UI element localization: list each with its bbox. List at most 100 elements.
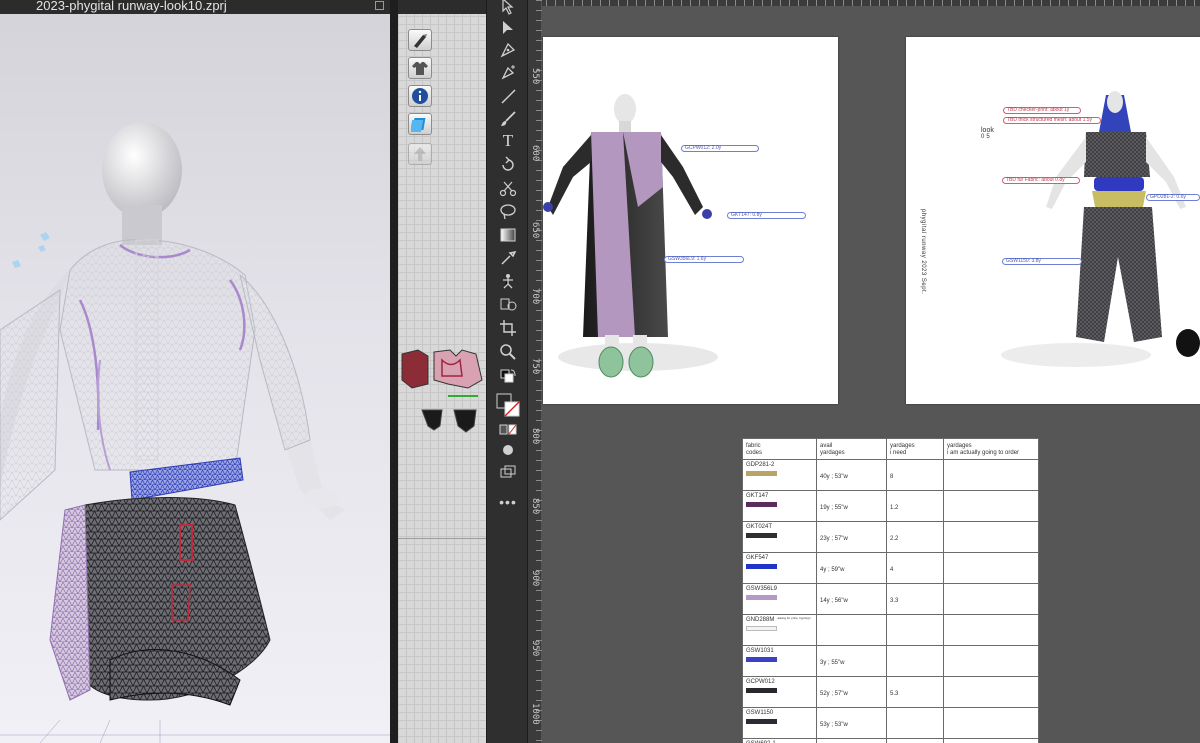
panel-divider[interactable]: [390, 0, 398, 743]
avail-yardage-cell: 52y ; 57"w: [816, 676, 887, 708]
fabric-code: GSW1150: [746, 710, 774, 716]
artboard-look-1[interactable]: GCPW012: 2.0y GKT147: 0.8y GSW356L9: 1.6…: [543, 37, 838, 404]
fabric-code: GSW1031: [746, 648, 774, 654]
fabric-swatch: [746, 595, 777, 600]
selection-arrow-icon[interactable]: [496, 18, 520, 38]
avail-yardage-value: 23y ; 57"w: [820, 536, 848, 542]
need-yardage-cell: 2.2: [886, 521, 944, 553]
avail-yardage-cell: 23y ; 57"w: [816, 521, 887, 553]
fabric-code: GKT024T: [746, 524, 773, 530]
color-swatches[interactable]: [496, 391, 520, 419]
screen-mode-icon[interactable]: [496, 440, 520, 460]
avail-yardage-value: 4y ; 59"w: [820, 567, 845, 573]
more-tools-icon[interactable]: •••: [496, 492, 520, 512]
crop-tool-icon[interactable]: [496, 318, 520, 338]
fabric-swatch: [746, 657, 777, 662]
callout-checker-print[interactable]: TBD checker-print: about 1y: [1003, 107, 1081, 114]
3d-viewport[interactable]: 2023-phygital runway-look10.zprj: [0, 0, 390, 743]
avail-yardage-value: 53y ; 53"w: [820, 722, 848, 728]
frame-tool-icon[interactable]: [496, 462, 520, 482]
table-row: GSW692-15y ; 55"w: [742, 738, 1039, 743]
layers-icon[interactable]: [408, 113, 432, 135]
order-yardage-cell: [943, 521, 1039, 553]
table-row: GSW356L9 14y ; 56"w 3.3: [742, 583, 1039, 615]
order-yardage-cell: [943, 552, 1039, 584]
need-yardage-value: 3.3: [890, 598, 899, 604]
fabric-code-cell: GKF547: [742, 552, 817, 584]
line-tool-icon[interactable]: [496, 86, 520, 106]
need-yardage-cell: 5.3: [886, 676, 944, 708]
ruler-label-550: 550: [530, 68, 540, 85]
ruler-label-900: 900: [530, 570, 540, 587]
move-tool-icon[interactable]: [496, 0, 520, 16]
fabric-code-cell: GSW1031: [742, 645, 817, 677]
fabric-swatch: [746, 564, 777, 569]
quick-mask-icon[interactable]: [496, 420, 520, 440]
info-icon[interactable]: [408, 85, 432, 107]
order-yardage-cell: [943, 676, 1039, 708]
ruler-label-650: 650: [530, 222, 540, 239]
fabric-code: GSW356L9: [746, 586, 778, 592]
ruler-label-800: 800: [530, 428, 540, 445]
fabric-code-cell: GSW692-1: [742, 738, 817, 743]
avail-yardage-cell: 4y ; 59"w: [816, 552, 887, 584]
ruler-label-850: 850: [530, 498, 540, 515]
need-yardage-cell: [886, 738, 944, 743]
fabric-swatch: [746, 719, 777, 724]
fabric-code-cell: GSW356L9: [742, 583, 817, 615]
fabric-code: GND288M: [746, 617, 775, 623]
fabric-yardage-table: fabric codes avail yardages yardages i need…: [742, 438, 1039, 743]
fabric-code-cell: GKT147: [742, 490, 817, 522]
eyedropper-tool-icon[interactable]: [496, 248, 520, 268]
order-yardage-cell: [943, 614, 1039, 646]
pen-anchor-icon[interactable]: [496, 63, 520, 83]
clone-tool-icon[interactable]: [496, 294, 520, 314]
puppet-warp-icon[interactable]: [496, 271, 520, 291]
pen-tool-icon[interactable]: [496, 40, 520, 60]
callout-structured-mesh[interactable]: TBD thick structured mesh: about 1.5y: [1003, 117, 1101, 124]
need-yardage-cell: [886, 614, 944, 646]
lasso-tool-icon[interactable]: [496, 201, 520, 221]
avail-yardage-value: 40y ; 53"w: [820, 474, 848, 480]
gradient-tool-icon[interactable]: [496, 225, 520, 245]
arrow-up-icon[interactable]: [408, 143, 432, 165]
brush-tool-icon[interactable]: [496, 109, 520, 129]
tshirt-icon[interactable]: [408, 57, 432, 79]
table-row: GKF547 4y ; 59"w 4: [742, 552, 1039, 584]
fabric-swatch: [746, 626, 777, 631]
table-row: GDP281-2 40y ; 53"w 8: [742, 459, 1039, 491]
callout-gcpw012[interactable]: GCPW012: 2.0y: [681, 145, 759, 152]
look-render-1: [543, 94, 718, 378]
table-header-row: fabric codes avail yardages yardages i need…: [742, 438, 1039, 460]
table-row: GSW1150 53y ; 53"w: [742, 707, 1039, 739]
fabric-swatch: [746, 533, 777, 538]
artboard-look-2[interactable]: look 05 phygital runway 2023 Sept. TBD c…: [906, 37, 1200, 404]
2d-pattern-window[interactable]: [398, 0, 486, 743]
default-colors-icon[interactable]: [496, 367, 520, 387]
zoom-tool-icon[interactable]: [496, 342, 520, 362]
need-yardage-cell: 8: [886, 459, 944, 491]
callout-gsw356l9[interactable]: GSW356L9: 1.6y: [664, 256, 744, 263]
need-yardage-cell: 4: [886, 552, 944, 584]
look-number: 05: [981, 134, 992, 140]
need-yardage-cell: 3.3: [886, 583, 944, 615]
avail-yardage-value: 19y ; 55"w: [820, 505, 848, 511]
look-render-2: [1001, 91, 1200, 367]
callout-fur-fabric[interactable]: TBD fur Fabric: about 0.8y: [1002, 177, 1080, 184]
rotate-tool-icon[interactable]: [496, 155, 520, 175]
need-yardage-cell: [886, 707, 944, 739]
need-yardage-value: 1.2: [890, 505, 899, 511]
order-yardage-cell: [943, 738, 1039, 743]
photoshop-toolbar: T •••: [486, 0, 528, 743]
type-tool-icon[interactable]: T: [496, 131, 520, 151]
avail-yardage-value: 14y ; 56"w: [820, 598, 848, 604]
header-avail-yardages: avail yardages: [816, 438, 887, 460]
callout-gkt147[interactable]: GKT147: 0.8y: [727, 212, 806, 219]
callout-gpd281[interactable]: GPD281-2: 0.6y: [1146, 194, 1200, 201]
need-yardage-cell: [886, 645, 944, 677]
callout-gsw1150[interactable]: GSW1150: 3.8y: [1002, 258, 1082, 265]
pen-brush-icon[interactable]: [408, 29, 432, 51]
avail-yardage-cell: 5y ; 55"w: [816, 738, 887, 743]
fabric-code: GDP281-2: [746, 462, 775, 468]
scissors-tool-icon[interactable]: [496, 178, 520, 198]
